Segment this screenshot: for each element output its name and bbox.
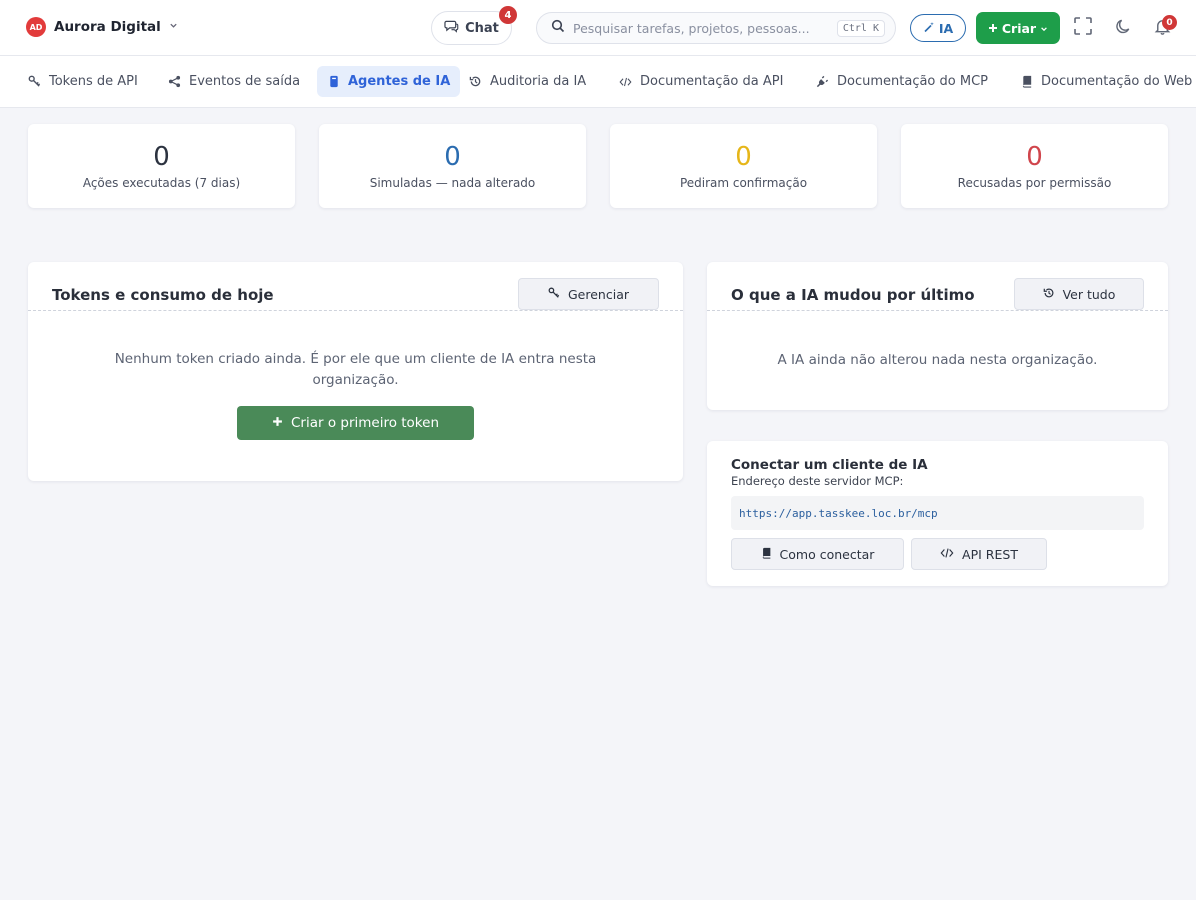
plus-icon: [988, 21, 998, 36]
search-icon: [551, 19, 565, 37]
dark-mode-toggle[interactable]: [1111, 16, 1135, 40]
fullscreen-button[interactable]: [1071, 16, 1095, 40]
chevron-down-icon: [169, 21, 178, 33]
settings-tabs: Tokens de API Eventos de saída Agentes d…: [0, 56, 1196, 108]
create-first-token-button[interactable]: Criar o primeiro token: [237, 406, 474, 440]
connect-client-panel: Conectar um cliente de IA Endereço deste…: [707, 441, 1168, 586]
empty-message: A IA ainda não alterou nada nesta organi…: [777, 352, 1098, 368]
tab-label: Documentação do Web: [1041, 74, 1193, 89]
expand-icon: [1073, 16, 1093, 40]
how-to-connect-label: Como conectar: [779, 546, 875, 562]
chat-bubble-icon: [444, 19, 459, 37]
key-icon: [28, 75, 41, 88]
api-rest-label: API REST: [962, 546, 1018, 562]
tab-label: Agentes de IA: [348, 74, 451, 89]
history-icon: [469, 75, 482, 88]
share-icon: [168, 75, 181, 88]
panel-title: Tokens e consumo de hoje: [52, 286, 274, 304]
how-to-connect-button[interactable]: Como conectar: [731, 538, 904, 570]
stat-card-executed: 0 Ações executadas (7 dias): [28, 124, 295, 208]
magic-wand-icon: [923, 21, 935, 36]
divider: [707, 310, 1168, 311]
stat-value: 0: [1026, 142, 1043, 172]
manage-button[interactable]: Gerenciar: [518, 278, 659, 310]
stat-card-refused: 0 Recusadas por permissão: [901, 124, 1168, 208]
tab-eventos-de-saida[interactable]: Eventos de saída: [158, 66, 310, 97]
api-rest-button[interactable]: API REST: [911, 538, 1047, 570]
create-label: Criar: [1001, 20, 1037, 36]
create-first-token-label: Criar o primeiro token: [290, 415, 440, 431]
stat-label: Ações executadas (7 dias): [82, 176, 241, 190]
tab-label: Eventos de saída: [189, 74, 301, 89]
empty-message-line: Nenhum token criado ainda. É por ele que…: [114, 351, 597, 367]
tab-documentacao-do-web[interactable]: Documentação do Web: [1010, 66, 1196, 97]
robot-icon: [327, 75, 340, 88]
manage-label: Gerenciar: [568, 286, 629, 302]
tab-tokens-de-api[interactable]: Tokens de API: [18, 66, 148, 97]
tab-agentes-de-ia[interactable]: Agentes de IA: [317, 66, 461, 97]
key-icon: [548, 287, 560, 302]
chevron-down-icon: [1040, 21, 1048, 36]
stat-value: 0: [444, 142, 461, 172]
book-icon: [1020, 75, 1033, 88]
stat-value: 0: [735, 142, 752, 172]
history-icon: [1043, 287, 1055, 302]
ia-button[interactable]: IA: [910, 14, 966, 42]
org-avatar: AD: [26, 17, 46, 37]
create-button[interactable]: Criar: [976, 12, 1060, 44]
code-icon: [940, 547, 954, 562]
org-switcher[interactable]: AD Aurora Digital: [26, 17, 178, 37]
divider: [28, 310, 683, 311]
mcp-url[interactable]: https://app.tasskee.loc.br/mcp: [731, 496, 1144, 530]
tab-label: Tokens de API: [49, 74, 138, 89]
tab-label: Auditoria da IA: [490, 74, 587, 89]
chat-count-badge: 4: [499, 6, 517, 24]
moon-icon: [1115, 18, 1132, 39]
stat-label: Pediram confirmação: [679, 176, 808, 190]
view-all-button[interactable]: Ver tudo: [1014, 278, 1144, 310]
stat-label: Simuladas — nada alterado: [369, 176, 536, 190]
notifications-count-badge: 0: [1162, 15, 1177, 30]
empty-message-line: organização.: [312, 372, 399, 388]
tab-documentacao-da-api[interactable]: Documentação da API: [609, 66, 793, 97]
stat-card-simulated: 0 Simuladas — nada alterado: [319, 124, 586, 208]
ai-changes-panel: O que a IA mudou por último Ver tudo A I…: [707, 262, 1168, 410]
stat-card-confirmation: 0 Pediram confirmação: [610, 124, 877, 208]
search-shortcut: Ctrl K: [836, 19, 885, 37]
plus-icon: [272, 415, 283, 431]
panel-title: O que a IA mudou por último: [731, 286, 975, 304]
view-all-label: Ver tudo: [1062, 286, 1116, 302]
search-input[interactable]: Pesquisar tarefas, projetos, pessoas... …: [536, 12, 896, 44]
tab-label: Documentação da API: [640, 74, 784, 89]
chat-label: Chat: [465, 20, 499, 36]
tab-label: Documentação do MCP: [837, 74, 988, 89]
panel-subtitle: Endereço deste servidor MCP:: [731, 474, 904, 488]
plug-icon: [816, 75, 829, 88]
book-icon: [761, 547, 772, 562]
empty-message: Nenhum token criado ainda. É por ele que…: [28, 349, 683, 391]
tab-auditoria-da-ia[interactable]: Auditoria da IA: [459, 66, 596, 97]
search-placeholder: Pesquisar tarefas, projetos, pessoas...: [573, 20, 810, 36]
tab-documentacao-do-mcp[interactable]: Documentação do MCP: [806, 66, 998, 97]
ia-label: IA: [938, 20, 954, 36]
stat-value: 0: [153, 142, 170, 172]
panel-title: Conectar um cliente de IA: [731, 457, 928, 473]
org-name: Aurora Digital: [54, 19, 161, 35]
code-icon: [619, 75, 632, 88]
stat-label: Recusadas por permissão: [957, 176, 1112, 190]
top-bar: AD Aurora Digital Chat 4 Pesquisar taref…: [0, 0, 1196, 56]
tokens-panel: Tokens e consumo de hoje Gerenciar Nenhu…: [28, 262, 683, 481]
